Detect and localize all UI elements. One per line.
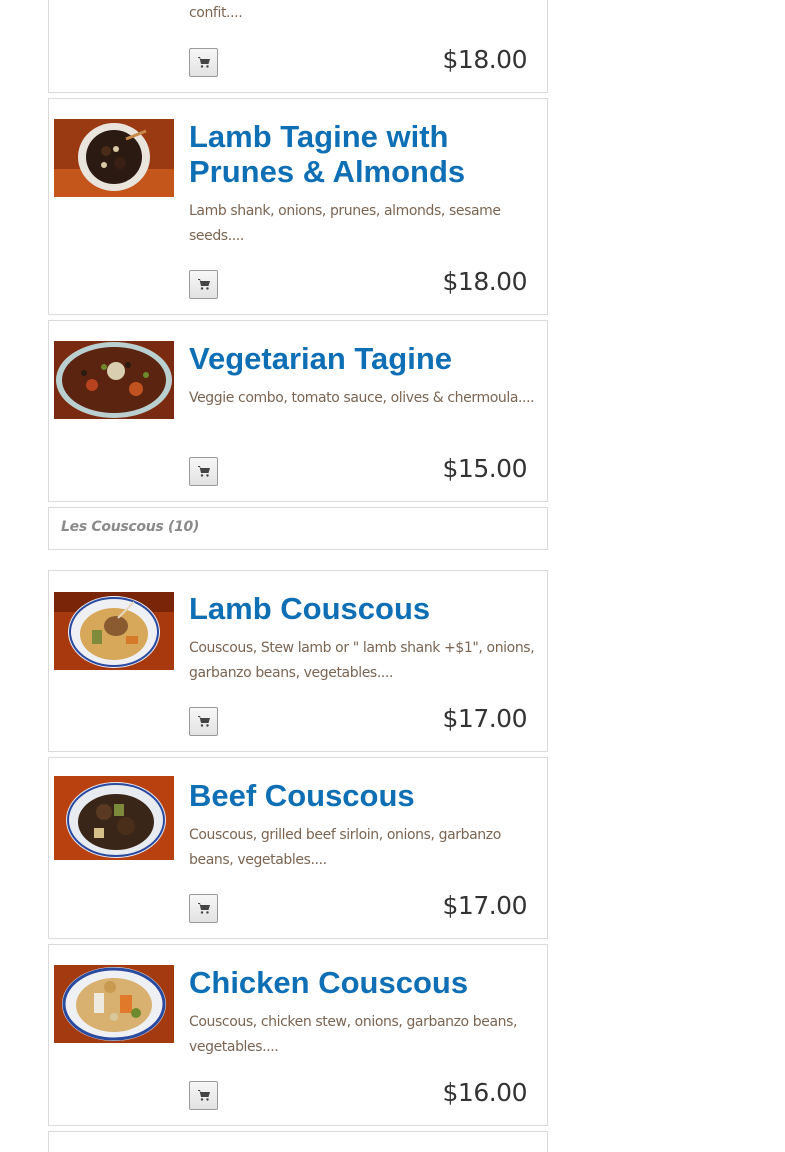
menu-item-card: Chicken Couscous Couscous, chicken stew,… [48,944,548,1126]
dish-photo[interactable] [54,592,174,670]
menu-item-card: confit.... $18.00 [48,0,548,93]
item-price: $15.00 [442,454,528,483]
item-description: Veggie combo, tomato sauce, olives & che… [189,390,535,406]
shopping-cart-icon [197,716,210,727]
item-title[interactable]: Vegetarian Tagine [189,341,539,376]
category-header[interactable]: Les Couscous (10) [48,507,548,550]
menu-item-card: Vegetarian Tagine Veggie combo, tomato s… [48,320,548,502]
dish-photo[interactable] [54,776,174,860]
add-to-cart-button[interactable] [189,1081,218,1110]
shopping-cart-icon [197,466,210,477]
item-description: Couscous, Stew lamb or " lamb shank +$1"… [189,640,535,681]
item-title[interactable]: Lamb Couscous [189,591,539,626]
menu-item-card: Lamb Tagine with Prunes & Almonds Lamb s… [48,98,548,315]
shopping-cart-icon [197,279,210,290]
item-description: Couscous, grilled beef sirloin, onions, … [189,827,501,868]
shopping-cart-icon [197,903,210,914]
item-description: Couscous, chicken stew, onions, garbanzo… [189,1014,518,1055]
menu-item-card: Lamb Couscous Couscous, Stew lamb or " l… [48,570,548,752]
dish-photo[interactable] [54,119,174,197]
menu-item-card [48,1131,548,1152]
item-price: $18.00 [442,267,528,296]
dish-photo[interactable] [54,965,174,1043]
item-title[interactable]: Lamb Tagine with Prunes & Almonds [189,119,539,189]
item-title[interactable]: Chicken Couscous [189,965,539,1000]
item-price: $18.00 [442,45,528,74]
add-to-cart-button[interactable] [189,894,218,923]
category-label: Les Couscous (10) [61,519,200,535]
add-to-cart-button[interactable] [189,270,218,299]
item-price: $17.00 [442,891,528,920]
add-to-cart-button[interactable] [189,707,218,736]
item-description: Lamb shank, onions, prunes, almonds, ses… [189,203,501,244]
menu-item-card: Beef Couscous Couscous, grilled beef sir… [48,757,548,939]
dish-photo[interactable] [54,341,174,419]
item-title[interactable]: Beef Couscous [189,778,539,813]
item-description: confit.... [189,5,243,21]
item-price: $16.00 [442,1078,528,1107]
add-to-cart-button[interactable] [189,457,218,486]
add-to-cart-button[interactable] [189,48,218,77]
shopping-cart-icon [197,57,210,68]
shopping-cart-icon [197,1090,210,1101]
item-price: $17.00 [442,704,528,733]
